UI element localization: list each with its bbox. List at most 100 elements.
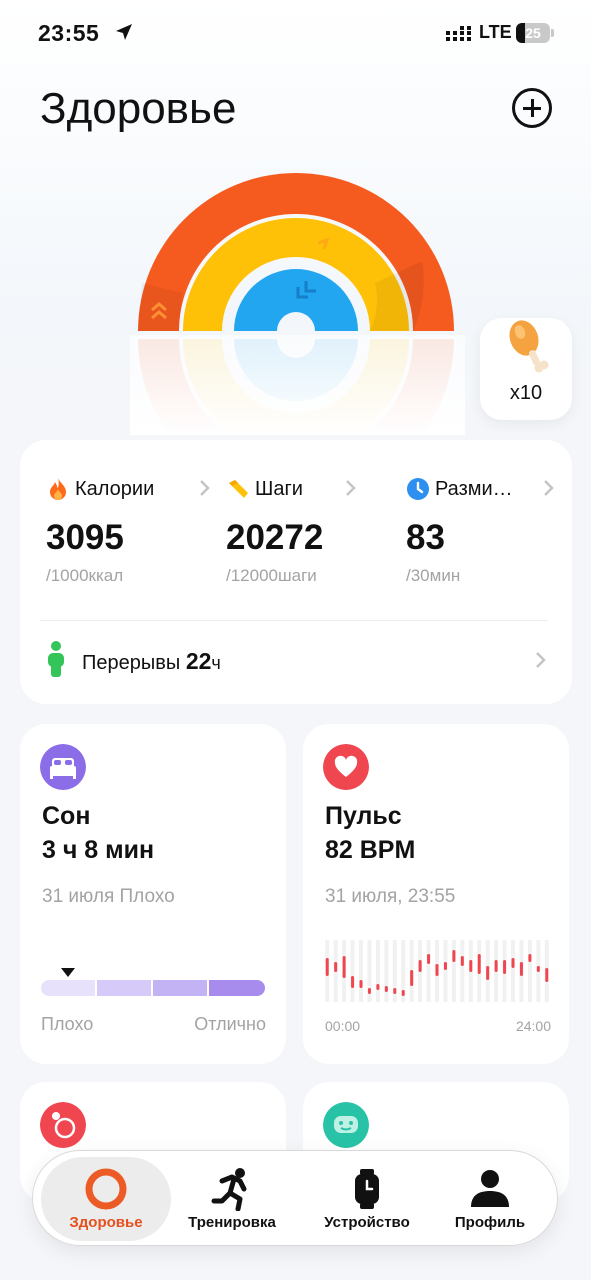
runner-icon [211,1168,247,1211]
page-title: Здоровье [40,84,237,133]
workout-minutes-value: 83 [406,518,445,557]
sleep-bar-segment [153,980,207,996]
breaks-text: Перерывы 22ч [82,648,221,675]
sparkline-bar [486,966,490,980]
chevron-right-icon [200,480,210,496]
chevron-right-icon [536,652,546,668]
divider [40,620,548,621]
health-ring-icon [85,1168,127,1210]
sleep-scale-min: Плохо [41,1014,94,1034]
calories-goal: /1000ккал [46,566,124,585]
sparkline-track [426,940,431,1002]
profile-icon [471,1170,509,1207]
sparkline-bar [384,986,388,992]
heart-rate-axis-end: 24:00 [515,1018,551,1034]
sparkline-track [443,940,448,1002]
sparkline-bar [435,964,439,976]
workout-minutes-goal: /30мин [406,566,461,585]
sparkline-bar [334,962,338,972]
sparkline-bar [460,956,464,966]
heart-rate-card[interactable]: Пульс 82 BPM 31 июля, 23:55 00:00 24:00 [303,724,569,1064]
steps-goal: /12000шаги [226,566,317,585]
sparkline-track [375,940,380,1002]
sparkline-bar [545,968,549,982]
drumstick-icon [509,320,549,373]
heart-rate-title: Пульс [325,802,402,830]
battery-icon: 25 [516,23,550,43]
sleep-card[interactable]: Сон 3 ч 8 мин 31 июля Плохо Плохо Отличн… [20,724,286,1064]
sparkline-bar [443,962,447,970]
workout-minutes-metric[interactable]: Разми… 83 /30мин [406,470,558,590]
sleep-duration: 3 ч 8 мин [42,836,155,864]
sparkline-track [451,940,456,1002]
calories-metric[interactable]: Калории 3095 /1000ккал [46,470,210,590]
sparkline-bar [410,970,414,986]
sparkline-track [527,940,532,1002]
sparkline-bar [401,990,405,996]
sleep-rating-marker [60,968,75,977]
sleep-title: Сон [42,802,91,830]
sparkline-track [460,940,465,1002]
location-arrow-icon [116,24,132,40]
sparkline-bar [528,954,532,962]
sparkline-track [511,940,515,1002]
sparkline-track [359,940,363,1002]
tab-profile-label: Профиль [454,1214,526,1231]
breaks-row[interactable]: Перерывы 22ч [46,640,546,680]
heart-rate-sparkline [325,940,549,1002]
tab-workout-label: Тренировка [188,1214,276,1231]
sparkline-bar [519,962,523,976]
watch-icon [355,1169,379,1209]
bottom-tab-bar: Здоровье Тренировка Устройство Профиль [32,1150,558,1246]
calories-value: 3095 [46,518,124,557]
heart-icon [323,744,369,790]
signal-icon [446,26,471,41]
activity-summary-card: Калории 3095 /1000ккал Шаги 20272 /12000… [20,440,572,704]
tab-health-label: Здоровье [69,1214,143,1231]
heart-rate-value: 82 BPM [325,836,416,864]
sparkline-bar [367,988,371,994]
o2-icon [40,1102,86,1148]
status-bar: 23:55 LTE 25 [0,0,591,66]
sparkline-bar [342,956,346,978]
sleep-quality-bar [41,980,265,996]
sparkline-track [350,940,355,1002]
tab-device[interactable]: Устройство [303,1157,431,1241]
sparkline-track [384,940,389,1002]
chevron-right-icon [544,480,554,496]
sparkline-bar [418,960,422,972]
breaks-value: 22 [185,648,212,674]
add-button[interactable] [512,88,552,128]
calories-label: Калории [75,477,155,500]
sparkline-bar [393,988,397,994]
steps-value: 20272 [226,518,324,557]
sparkline-bar [376,984,380,990]
sleep-scale-max: Отлично [194,1014,266,1034]
sparkline-bar [325,958,329,976]
tab-workout[interactable]: Тренировка [173,1157,291,1241]
sleep-bar-segment [97,980,151,996]
mood-icon [323,1102,369,1148]
breaks-unit: ч [211,653,221,673]
sparkline-bar [359,980,363,988]
workout-minutes-label: Разми… [435,477,513,500]
sparkline-bar [469,960,473,972]
sparkline-bar [427,954,431,964]
flame-icon [50,478,66,500]
steps-metric[interactable]: Шаги 20272 /12000шаги [226,470,386,590]
heart-rate-axis-start: 00:00 [325,1018,361,1034]
sparkline-bar [511,958,515,968]
status-time: 23:55 [38,20,100,46]
sleep-bar-segment [41,980,95,996]
battery-percent: 25 [525,25,541,41]
sparkline-bar [536,966,540,972]
tab-health[interactable]: Здоровье [41,1157,171,1241]
person-icon [48,641,64,677]
tab-profile[interactable]: Профиль [437,1157,543,1241]
sparkline-bar [503,960,507,974]
steps-label: Шаги [255,477,303,500]
heart-rate-date: 31 июля, 23:55 [325,886,456,907]
activity-rings[interactable] [130,165,465,435]
reward-card[interactable]: x10 [480,318,572,420]
tab-device-label: Устройство [324,1214,410,1231]
